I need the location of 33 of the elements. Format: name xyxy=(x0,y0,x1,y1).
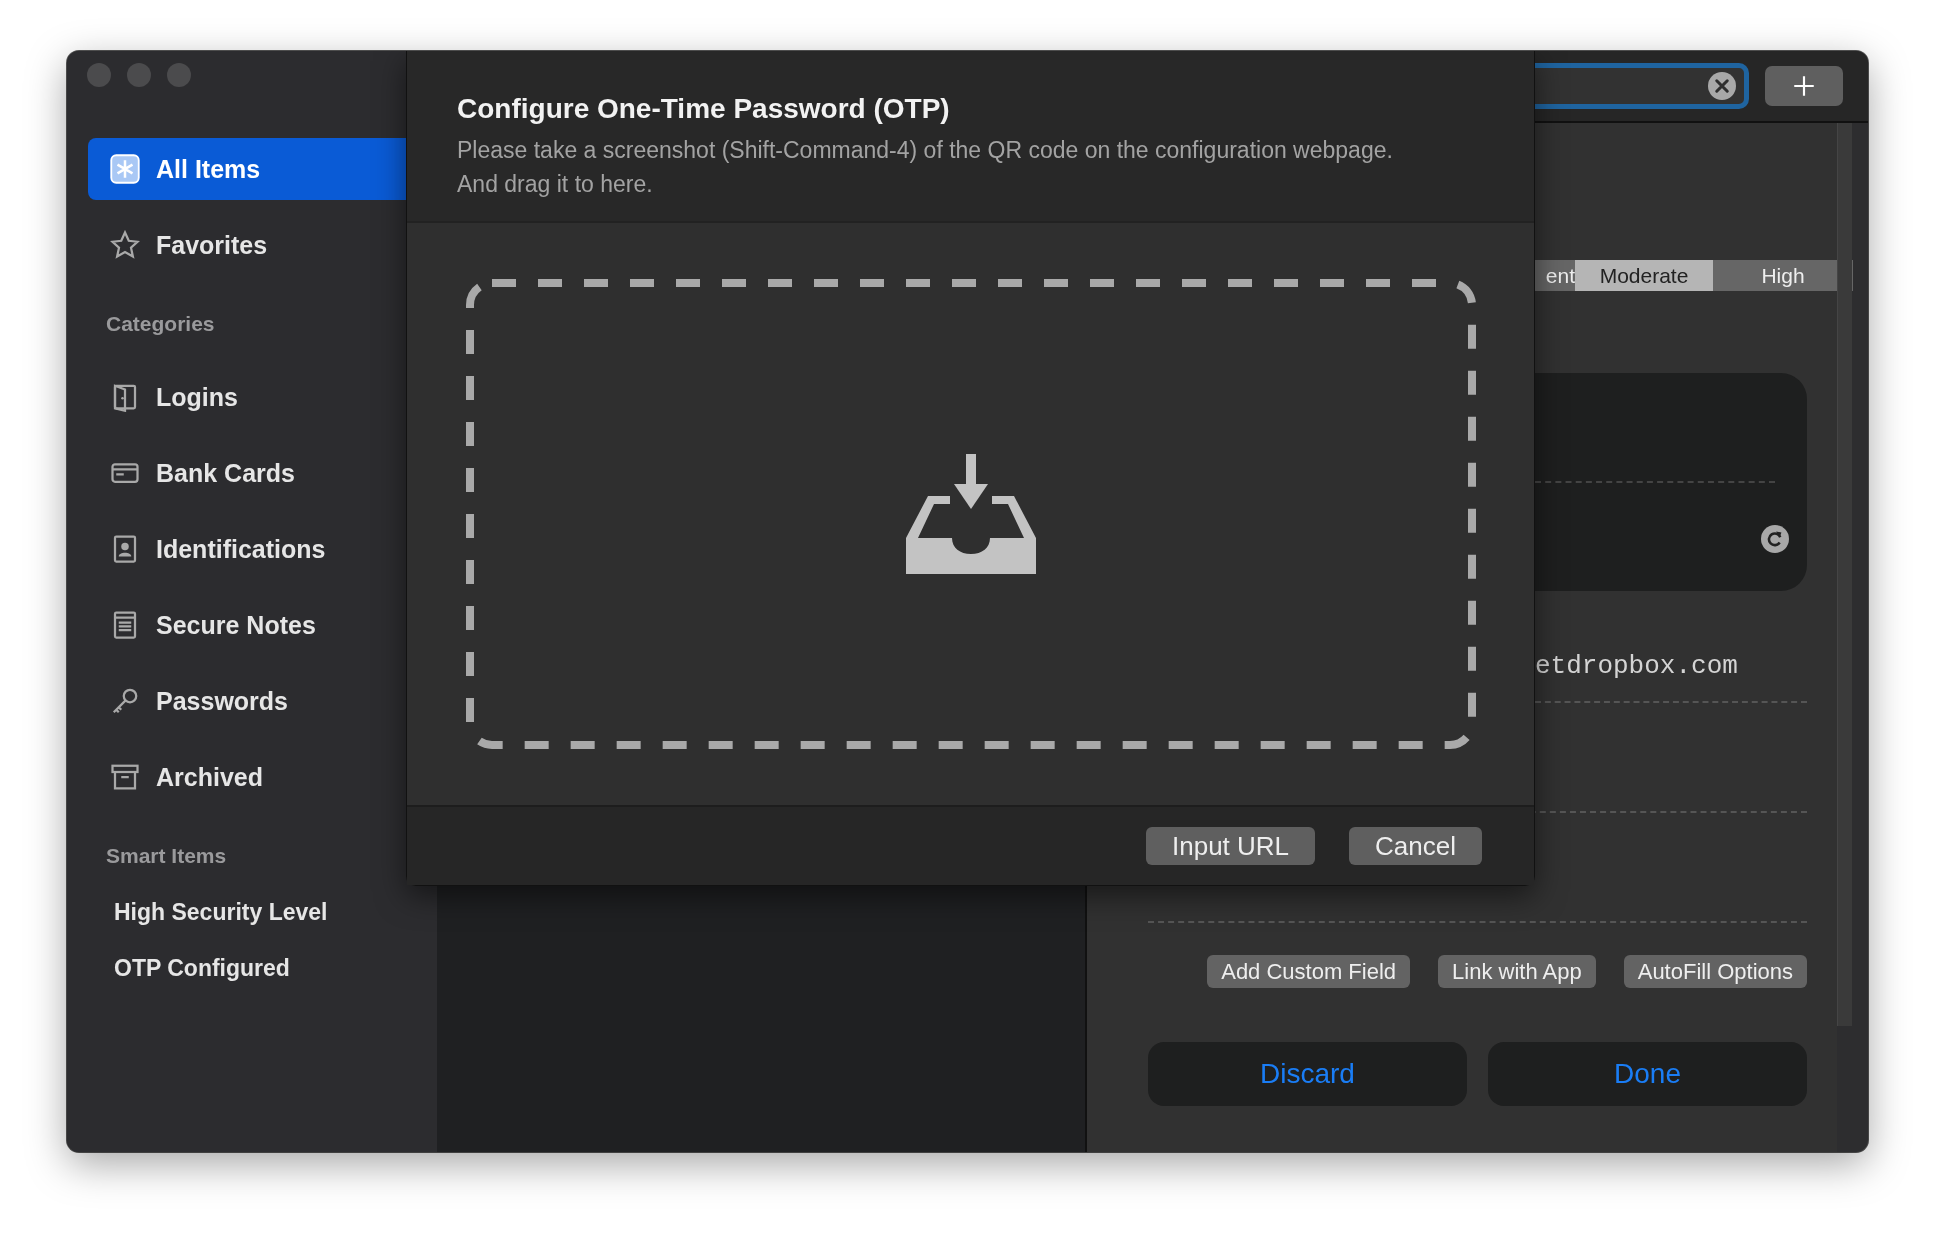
sidebar-item[interactable]: Favorites xyxy=(88,214,437,276)
sidebar-item[interactable]: Secure Notes xyxy=(88,594,437,656)
refresh-icon[interactable] xyxy=(1761,525,1789,553)
dialog-message: Please take a screenshot (Shift-Command-4) of the QR code on the configuration webpage. And drag it to here. xyxy=(457,136,1394,199)
footer-button[interactable]: Done xyxy=(1488,1042,1807,1106)
dialog-button[interactable]: Cancel xyxy=(1349,827,1482,865)
key-icon xyxy=(110,686,140,716)
asterisk-icon xyxy=(110,154,140,184)
clear-icon[interactable] xyxy=(1708,72,1736,100)
action-button[interactable]: AutoFill Options xyxy=(1623,955,1807,988)
inbox-download-icon xyxy=(905,454,1036,574)
sidebar-item[interactable]: Passwords xyxy=(88,670,437,732)
footer-button[interactable]: Discard xyxy=(1148,1042,1467,1106)
action-button[interactable]: Add Custom Field xyxy=(1207,955,1411,988)
archive-box-icon xyxy=(110,762,140,792)
scrollbar[interactable] xyxy=(1837,123,1852,1026)
sidebar-item[interactable]: OTP Configured xyxy=(88,948,437,988)
sidebar-item[interactable]: Logins xyxy=(88,366,437,428)
sidebar-item[interactable]: Identifications xyxy=(88,518,437,580)
action-button[interactable]: Link with App xyxy=(1438,955,1596,988)
website-field[interactable]: etdropbox.com xyxy=(1535,651,1738,681)
section-header: Categories xyxy=(105,311,216,337)
star-icon xyxy=(110,230,140,260)
section-header: Smart Items xyxy=(105,843,228,869)
drop-zone[interactable] xyxy=(465,279,1476,749)
sidebar-item[interactable]: Archived xyxy=(88,746,437,808)
sidebar-item[interactable]: Bank Cards xyxy=(88,442,437,504)
plus-icon xyxy=(1791,73,1817,99)
add-button[interactable] xyxy=(1765,66,1843,106)
dialog-button[interactable]: Input URL xyxy=(1146,827,1316,865)
dialog-title: Configure One-Time Password (OTP) xyxy=(457,93,950,125)
sidebar-item[interactable]: High Security Level xyxy=(88,892,437,932)
segment[interactable]: Moderate xyxy=(1575,260,1713,291)
